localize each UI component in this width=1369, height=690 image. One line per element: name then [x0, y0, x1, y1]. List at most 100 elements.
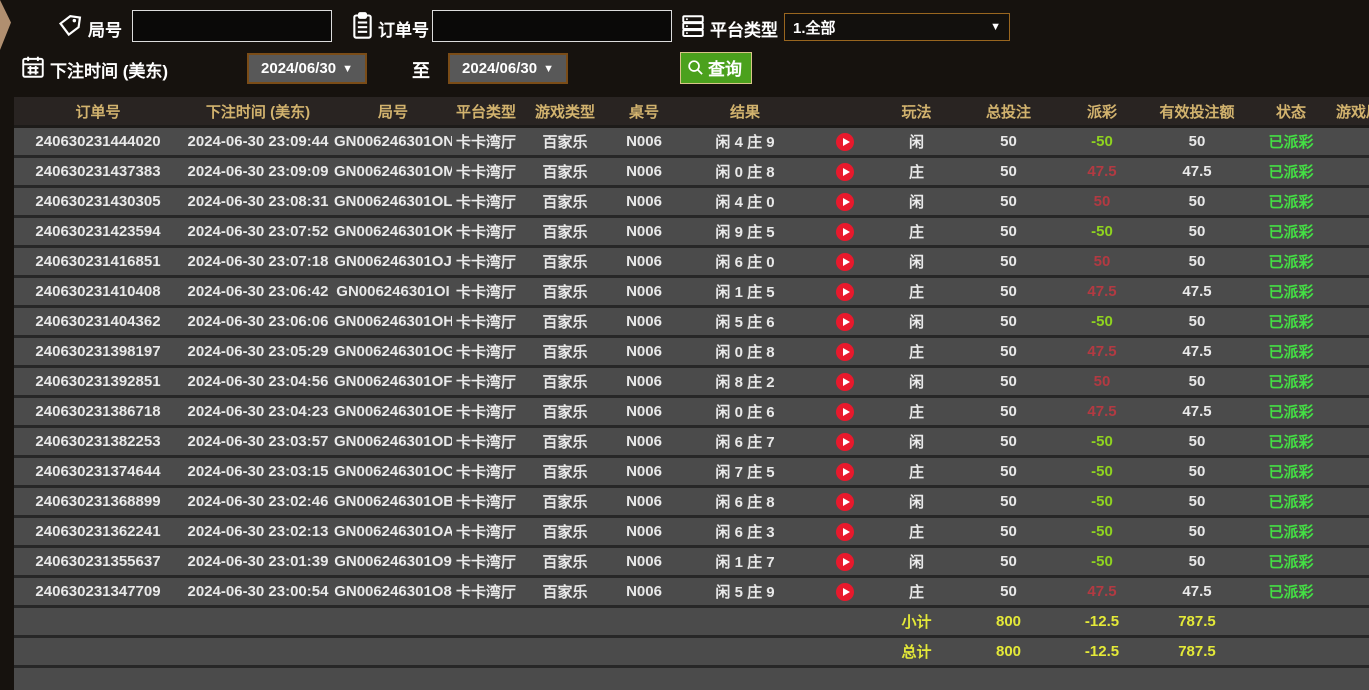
table-row[interactable]: 240630231398197 2024-06-30 23:05:29 GN00… [14, 337, 1369, 367]
cell-valid-bet: 50 [1142, 517, 1252, 547]
cell-payout: -50 [1062, 457, 1142, 487]
cell-valid-bet: 50 [1142, 127, 1252, 157]
table-row[interactable]: 240630231374644 2024-06-30 23:03:15 GN00… [14, 457, 1369, 487]
cell-result: 闲 0 庄 8 [678, 157, 812, 187]
cell-status: 已派彩 [1252, 517, 1330, 547]
cell-result: 闲 5 庄 6 [678, 307, 812, 337]
table-row[interactable]: 240630231362241 2024-06-30 23:02:13 GN00… [14, 517, 1369, 547]
bet-time-label: 下注时间 (美东) [50, 57, 168, 82]
cell-game-no: GN006246301OB [334, 487, 452, 517]
cell-game-no: GN006246301OJ [334, 247, 452, 277]
total-total-bet: 800 [955, 637, 1062, 667]
cell-result: 闲 1 庄 5 [678, 277, 812, 307]
play-button[interactable] [836, 193, 854, 211]
cell-bet-time: 2024-06-30 23:07:18 [182, 247, 334, 277]
cell-game-no: GN006246301OD [334, 427, 452, 457]
cell-play: 庄 [878, 397, 955, 427]
cell-result: 闲 8 庄 2 [678, 367, 812, 397]
cell-game-round [1330, 247, 1369, 277]
table-row[interactable]: 240630231416851 2024-06-30 23:07:18 GN00… [14, 247, 1369, 277]
cell-platform: 卡卡湾厅 [452, 487, 520, 517]
cell-replay [812, 577, 878, 607]
cell-status: 已派彩 [1252, 337, 1330, 367]
cell-table-no: N006 [610, 217, 678, 247]
cell-payout: 50 [1062, 187, 1142, 217]
platform-type-label: 平台类型 [710, 16, 778, 41]
play-button[interactable] [836, 253, 854, 271]
cell-platform: 卡卡湾厅 [452, 367, 520, 397]
cell-game-type: 百家乐 [520, 427, 610, 457]
cell-replay [812, 247, 878, 277]
header-table-no: 桌号 [610, 97, 678, 127]
play-button[interactable] [836, 223, 854, 241]
to-label: 至 [412, 57, 430, 83]
cell-status: 已派彩 [1252, 157, 1330, 187]
cell-replay [812, 517, 878, 547]
game-no-input[interactable] [132, 10, 332, 42]
play-button[interactable] [836, 433, 854, 451]
cell-platform: 卡卡湾厅 [452, 457, 520, 487]
play-button[interactable] [836, 403, 854, 421]
play-button[interactable] [836, 343, 854, 361]
play-button[interactable] [836, 553, 854, 571]
cell-total-bet: 50 [955, 517, 1062, 547]
header-replay [812, 97, 878, 127]
cell-valid-bet: 47.5 [1142, 577, 1252, 607]
table-row[interactable]: 240630231437383 2024-06-30 23:09:09 GN00… [14, 157, 1369, 187]
table-row[interactable]: 240630231430305 2024-06-30 23:08:31 GN00… [14, 187, 1369, 217]
table-row[interactable]: 240630231368899 2024-06-30 23:02:46 GN00… [14, 487, 1369, 517]
play-button[interactable] [836, 523, 854, 541]
cell-game-round [1330, 397, 1369, 427]
cell-valid-bet: 50 [1142, 487, 1252, 517]
platform-select[interactable]: 1.全部 ▼ [784, 13, 1010, 41]
table-row[interactable]: 240630231386718 2024-06-30 23:04:23 GN00… [14, 397, 1369, 427]
table-row[interactable]: 240630231410408 2024-06-30 23:06:42 GN00… [14, 277, 1369, 307]
play-button[interactable] [836, 583, 854, 601]
header-game-no: 局号 [334, 97, 452, 127]
table-row[interactable]: 240630231444020 2024-06-30 23:09:44 GN00… [14, 127, 1369, 157]
play-button[interactable] [836, 283, 854, 301]
cell-table-no: N006 [610, 367, 678, 397]
cell-table-no: N006 [610, 127, 678, 157]
cell-payout: -50 [1062, 517, 1142, 547]
table-row[interactable]: 240630231404362 2024-06-30 23:06:06 GN00… [14, 307, 1369, 337]
order-no-input[interactable] [432, 10, 672, 42]
play-button[interactable] [836, 463, 854, 481]
cell-total-bet: 50 [955, 217, 1062, 247]
cell-valid-bet: 50 [1142, 367, 1252, 397]
cell-replay [812, 427, 878, 457]
play-button[interactable] [836, 133, 854, 151]
cell-game-type: 百家乐 [520, 247, 610, 277]
cell-game-type: 百家乐 [520, 577, 610, 607]
cell-status: 已派彩 [1252, 217, 1330, 247]
platform-select-value: 1.全部 [793, 17, 836, 38]
cell-order-no: 240630231423594 [14, 217, 182, 247]
cell-replay [812, 367, 878, 397]
table-row[interactable]: 240630231423594 2024-06-30 23:07:52 GN00… [14, 217, 1369, 247]
play-button[interactable] [836, 493, 854, 511]
play-button[interactable] [836, 373, 854, 391]
cell-bet-time: 2024-06-30 23:08:31 [182, 187, 334, 217]
cell-game-no: GN006246301OA [334, 517, 452, 547]
table-row[interactable]: 240630231355637 2024-06-30 23:01:39 GN00… [14, 547, 1369, 577]
table-row[interactable]: 240630231392851 2024-06-30 23:04:56 GN00… [14, 367, 1369, 397]
cell-order-no: 240630231410408 [14, 277, 182, 307]
table-row[interactable]: 240630231347709 2024-06-30 23:00:54 GN00… [14, 577, 1369, 607]
cell-game-no: GN006246301OI [334, 277, 452, 307]
table-row[interactable]: 240630231382253 2024-06-30 23:03:57 GN00… [14, 427, 1369, 457]
play-button[interactable] [836, 313, 854, 331]
cell-platform: 卡卡湾厅 [452, 577, 520, 607]
search-icon [687, 59, 704, 76]
date-from-select[interactable]: 2024/06/30 ▼ [247, 53, 367, 84]
date-to-select[interactable]: 2024/06/30 ▼ [448, 53, 568, 84]
cell-result: 闲 7 庄 5 [678, 457, 812, 487]
cell-result: 闲 4 庄 9 [678, 127, 812, 157]
cell-total-bet: 50 [955, 577, 1062, 607]
cell-valid-bet: 50 [1142, 187, 1252, 217]
cell-payout: -50 [1062, 307, 1142, 337]
cell-total-bet: 50 [955, 367, 1062, 397]
cell-game-no: GN006246301OM [334, 157, 452, 187]
cell-valid-bet: 47.5 [1142, 157, 1252, 187]
search-button[interactable]: 查询 [680, 52, 752, 84]
play-button[interactable] [836, 163, 854, 181]
